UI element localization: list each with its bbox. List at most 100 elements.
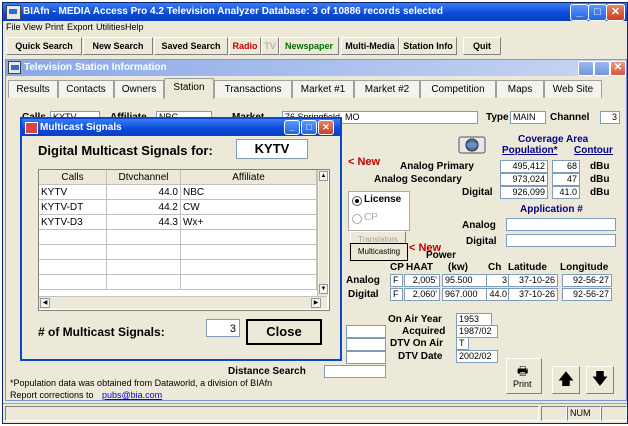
new-search-button[interactable]: New Search [83,37,153,55]
menu-export[interactable]: Export [67,22,93,32]
row-2-affiliate[interactable]: CW [181,200,317,215]
scroll-left-icon[interactable]: ◀ [40,298,50,308]
channel-label: Channel [550,112,590,123]
print-button[interactable]: 🖶 Print [506,358,542,394]
type-field[interactable]: MAIN [510,111,546,124]
tab-competition[interactable]: Competition [420,80,496,98]
menu-utilities[interactable]: Utilities [96,22,125,32]
dialog-close-button[interactable]: ✕ [318,120,334,135]
power-header: Power [426,250,457,261]
row-3-channel[interactable]: 44.3 [107,215,181,230]
horizontal-scrollbar[interactable]: ◀ ▶ [39,296,327,309]
minimize-button[interactable]: _ [570,4,589,21]
empty-cell[interactable] [181,230,317,245]
coverage-title: Coverage Area [518,134,589,145]
tab-station[interactable]: Station [164,78,214,99]
distance-search-field[interactable] [324,365,386,378]
newspaper-button[interactable]: Newspaper [279,37,339,55]
child-close-button[interactable]: ✕ [610,61,626,76]
child-title-bar: Television Station Information ✕ [6,60,626,76]
column-header-calls[interactable]: Calls [39,170,107,185]
station-info-button[interactable]: Station Info [399,37,457,55]
scroll-down-icon[interactable]: ▼ [319,284,328,294]
cp-radio-label: CP [364,212,378,223]
empty-cell[interactable] [39,260,107,275]
tab-owners[interactable]: Owners [114,80,164,98]
tab-maps[interactable]: Maps [496,80,544,98]
license-radio[interactable] [352,196,362,206]
multimedia-button[interactable]: Multi-Media [341,37,399,55]
analog-lat: 37-10-26 [508,274,558,287]
menu-print[interactable]: Print [45,22,64,32]
quick-search-button[interactable]: Quick Search [6,37,82,55]
cp-radio[interactable] [352,214,362,224]
tv-button[interactable]: TV [261,37,279,55]
report-email-link[interactable]: pubs@bia.com [102,390,162,400]
column-header-dtvchannel[interactable]: Dtvchannel [107,170,181,185]
row-1-calls[interactable]: KYTV [39,185,107,200]
type-label: Type [486,112,509,123]
empty-cell[interactable] [107,230,181,245]
scroll-right-icon[interactable]: ▶ [311,298,321,308]
tab-web-site[interactable]: Web Site [544,80,602,98]
title-bar: BIAfn - MEDIA Access Pro 4.2 Television … [3,3,627,21]
partial-field-2[interactable] [346,338,386,351]
window-title: BIAfn - MEDIA Access Pro 4.2 Television … [23,6,443,17]
empty-cell[interactable] [39,230,107,245]
menu-view[interactable]: View [23,22,42,32]
close-dialog-button[interactable]: Close [246,319,322,345]
analog-ch: 3 [486,274,510,287]
empty-cell[interactable] [181,260,317,275]
row-3-calls[interactable]: KYTV-D3 [39,215,107,230]
empty-cell[interactable] [39,275,107,290]
menu-file[interactable]: File [6,22,21,32]
empty-cell[interactable] [181,245,317,260]
radio-button[interactable]: Radio [229,37,261,55]
column-header-affiliate[interactable]: Affiliate [181,170,317,185]
status-message [5,406,539,421]
empty-cell[interactable] [39,245,107,260]
app-analog-field[interactable] [506,218,616,231]
up-arrow-button[interactable]: 🡅 [552,366,580,394]
saved-search-button[interactable]: Saved Search [154,37,228,55]
distance-search-label: Distance Search [228,366,306,377]
app-digital-field[interactable] [506,234,616,247]
close-button[interactable]: ✕ [606,4,625,21]
scroll-up-icon[interactable]: ▲ [319,171,328,181]
tab-contacts[interactable]: Contacts [58,80,114,98]
tab-transactions[interactable]: Transactions [214,80,292,98]
status-indicator-2 [601,406,627,421]
longitude-header: Longitude [560,262,609,273]
empty-cell[interactable] [181,275,317,290]
empty-cell[interactable] [107,260,181,275]
tab-results[interactable]: Results [8,80,58,98]
app-icon [6,5,21,20]
empty-cell[interactable] [107,275,181,290]
down-arrow-button[interactable]: 🡇 [586,366,614,394]
analog-secondary-contour: 47 [552,173,580,186]
quit-button[interactable]: Quit [463,37,501,55]
child-restore-button[interactable] [594,61,610,76]
child-minimize-button[interactable] [578,61,594,76]
analog-cp: F [390,274,403,287]
partial-field-3[interactable] [346,351,386,364]
dialog-maximize-button[interactable]: □ [301,120,317,135]
channel-field[interactable]: 3 [600,111,620,124]
tab-market-1[interactable]: Market #1 [292,80,354,98]
digital-haat: 2,060' [404,288,440,301]
empty-cell[interactable] [107,245,181,260]
row-2-calls[interactable]: KYTV-DT [39,200,107,215]
partial-field-1[interactable] [346,325,386,338]
dialog-minimize-button[interactable]: _ [284,120,300,135]
menu-help[interactable]: Help [125,22,144,32]
multicasting-button[interactable]: Multicasting [350,243,408,261]
new-indicator-1: < New [348,156,381,168]
row-3-affiliate[interactable]: Wx+ [181,215,317,230]
tab-market-2[interactable]: Market #2 [354,80,420,98]
maximize-button[interactable]: □ [588,4,607,21]
row-1-affiliate[interactable]: NBC [181,185,317,200]
app-digital-label: Digital [466,236,497,247]
row-2-channel[interactable]: 44.2 [107,200,181,215]
vertical-scrollbar[interactable]: ▲ ▼ [317,170,328,296]
row-1-channel[interactable]: 44.0 [107,185,181,200]
